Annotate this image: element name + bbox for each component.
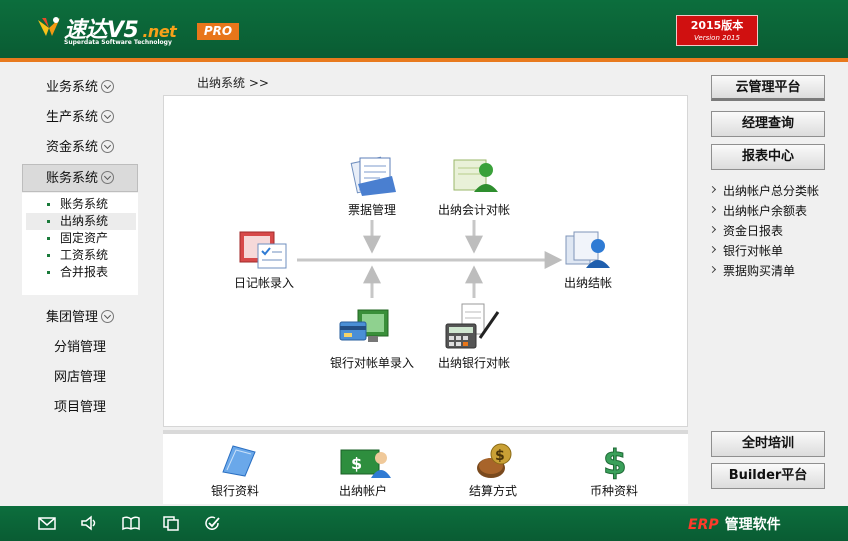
header-stripe [0,58,848,62]
erp-label: ERP [688,517,719,533]
report-link-bank-statement[interactable]: 银行对帐单 [710,242,783,259]
app-footer: ERP 管理软件 [0,506,848,541]
currency-data-node[interactable]: $ [601,442,631,484]
flow-label-cashier-accounting[interactable]: 出纳会计对帐 [438,201,510,218]
close-account-icon [565,231,610,268]
bottom-label-settle[interactable]: 结算方式 [469,482,517,499]
report-center-button[interactable]: 报表中心 [711,144,825,170]
svg-text:$: $ [495,448,505,464]
book-icon[interactable] [122,515,140,531]
sidebar-item-project[interactable]: 项目管理 [22,394,138,422]
flow-label-bank-statement[interactable]: 银行对帐单录入 [330,354,414,371]
cashier-accounting-node[interactable] [452,154,500,199]
chevron-down-icon [101,80,114,93]
sidebar-item-label: 资金系统 [45,140,98,155]
submenu-item-consolidated[interactable]: 合并报表 [26,264,136,281]
sidebar-item-production[interactable]: 生产系统 [22,104,138,132]
sidebar-item-eshop[interactable]: 网店管理 [22,364,138,392]
dollar-sign-icon: $ [603,443,628,484]
app-header: 速达V5 .net Superdata Software Technology P… [0,0,848,58]
person-ledger-icon [453,159,498,192]
submenu-item-payroll[interactable]: 工资系统 [26,247,136,264]
cashier-close-node[interactable] [564,230,612,273]
version-sublabel: Version 2015 [694,34,740,42]
calculator-reconcile-icon [445,303,500,349]
builder-platform-button[interactable]: Builder平台 [711,463,825,489]
flow-label-bank-recon[interactable]: 出纳银行对帐 [438,354,510,371]
mail-icon[interactable] [38,515,56,531]
report-link-ledger[interactable]: 出纳帐户总分类帐 [710,182,819,199]
accounting-submenu: 账务系统 出纳系统 固定资产 工资系统 合并报表 [22,193,138,295]
svg-text:$: $ [603,443,627,480]
bank-statement-entry-node[interactable] [338,306,394,353]
bank-data-node[interactable] [219,442,257,481]
pro-badge: PRO [197,23,239,40]
svg-text:$: $ [351,454,362,473]
sidebar-item-distribution[interactable]: 分销管理 [22,334,138,362]
sidebar-item-funds[interactable]: 资金系统 [22,134,138,162]
journal-entry-node[interactable] [238,230,290,273]
coin-stack-icon: $ [477,443,512,478]
chevron-down-icon [101,110,114,123]
bottom-label-bank[interactable]: 银行资料 [211,482,259,499]
bank-statement-icon [339,309,389,342]
report-link-daily[interactable]: 资金日报表 [710,222,783,239]
bill-documents-icon [350,156,396,196]
chevron-down-icon [101,140,114,153]
report-link-bill-purchase[interactable]: 票据购买清单 [710,262,795,279]
sidebar-item-business[interactable]: 业务系统 [22,74,138,102]
sidebar-item-label: 账务系统 [45,171,98,186]
brand-label: 管理软件 [724,517,781,533]
refresh-check-icon[interactable] [203,515,221,531]
chevron-down-icon [101,310,114,323]
sidebar-item-label: 生产系统 [45,110,98,125]
breadcrumb: 出纳系统 >> [197,76,269,90]
bank-reconciliation-node[interactable] [444,302,500,353]
sidebar-item-accounting[interactable]: 账务系统 [22,164,138,192]
training-button[interactable]: 全时培训 [711,431,825,457]
cashier-account-node[interactable]: $ [339,446,391,483]
sidebar-item-label: 业务系统 [45,80,98,95]
flow-label-journal[interactable]: 日记帐录入 [234,274,294,291]
journal-entry-icon [239,231,287,269]
settlement-method-node[interactable]: $ [475,442,515,483]
manager-query-button[interactable]: 经理查询 [711,111,825,137]
basic-data-strip: 银行资料 $ 出纳帐户 $ 结算方式 $ 币种资料 [163,430,688,504]
speaker-icon[interactable] [80,515,98,531]
report-link-balance[interactable]: 出纳帐户余额表 [710,202,807,219]
flow-label-bill[interactable]: 票据管理 [348,201,396,218]
footer-brand: ERP 管理软件 [688,514,781,534]
submenu-item-ledger[interactable]: 账务系统 [26,196,136,213]
bottom-label-currency[interactable]: 币种资料 [590,482,638,499]
submenu-item-cashier[interactable]: 出纳系统 [26,213,136,230]
flow-label-close[interactable]: 出纳结帐 [564,274,612,291]
logo-mark-icon [38,17,60,36]
version-badge: 2015版本 Version 2015 [676,15,758,46]
copy-icon[interactable] [162,515,180,531]
bill-management-node[interactable] [350,154,400,199]
version-label: 2015版本 [690,19,744,32]
chevron-down-icon [101,171,114,184]
bottom-label-account[interactable]: 出纳帐户 [339,482,387,499]
submenu-item-fixed-assets[interactable]: 固定资产 [26,230,136,247]
cloud-platform-button[interactable]: 云管理平台 [711,75,825,101]
bank-folder-icon [222,445,256,477]
cashier-flow-panel: 票据管理 出纳会计对帐 日记帐录入 出纳结帐 银行对帐单录入 出纳银行对帐 [163,95,688,427]
sidebar-item-group[interactable]: 集团管理 [22,304,138,332]
logo-subtitle: Superdata Software Technology [64,39,172,46]
sidebar-item-label: 集团管理 [45,310,98,325]
cash-account-icon: $ [340,449,391,478]
